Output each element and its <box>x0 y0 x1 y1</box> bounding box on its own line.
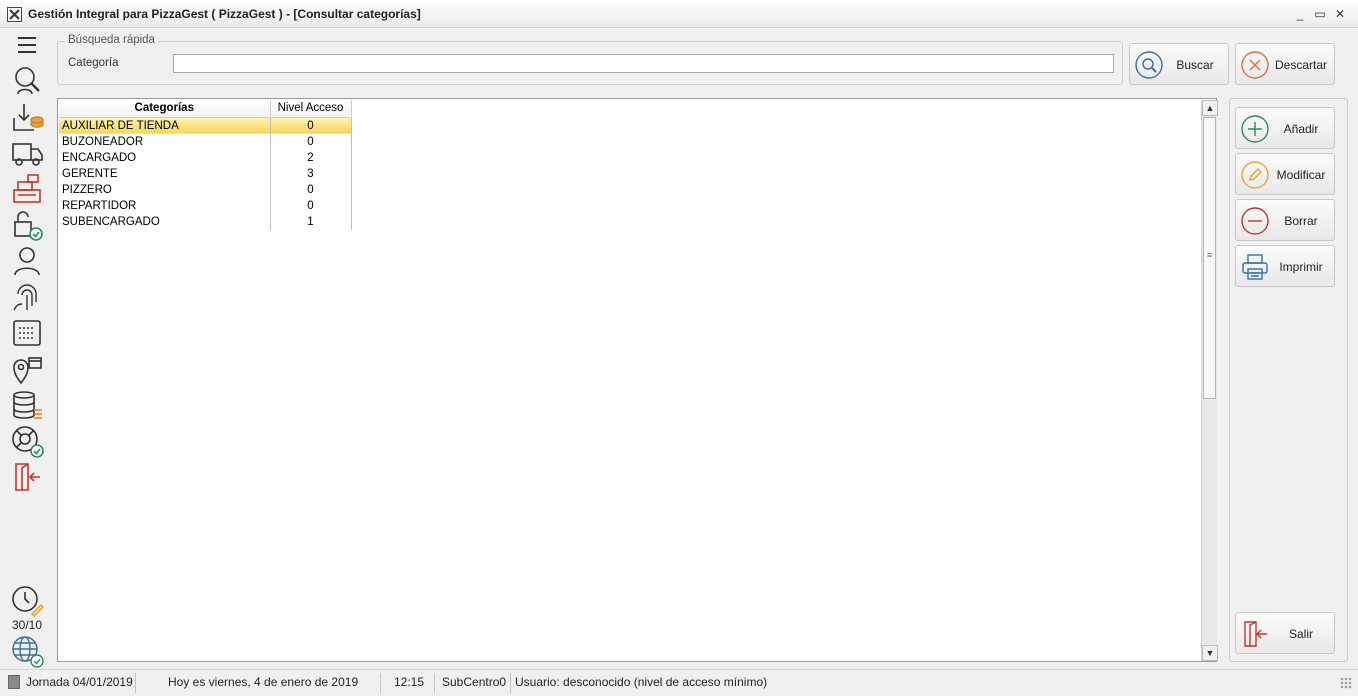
clock-edit-icon[interactable] <box>10 584 45 618</box>
exit-button[interactable]: Salir <box>1235 612 1335 654</box>
column-header-nivel-acceso[interactable]: Nivel Acceso <box>270 100 352 118</box>
lock-check-icon[interactable] <box>10 208 44 242</box>
minus-icon <box>1240 206 1270 236</box>
lifebuoy-check-icon[interactable] <box>10 424 44 458</box>
resize-grip-icon[interactable] <box>1340 677 1352 689</box>
cell-nivel: 0 <box>270 181 352 198</box>
printer-icon <box>1240 252 1270 282</box>
search-client-icon[interactable] <box>10 63 44 97</box>
table-row[interactable]: PIZZERO 0 <box>59 181 352 198</box>
table-row[interactable]: REPARTIDOR 0 <box>59 197 352 214</box>
window-title: Gestión Integral para PizzaGest ( PizzaG… <box>28 7 421 21</box>
status-usuario: Usuario: desconocido (nivel de acceso mí… <box>515 675 768 689</box>
print-label: Imprimir <box>1279 260 1323 274</box>
keyboard-icon[interactable] <box>10 316 44 350</box>
category-label: Categoría <box>68 57 119 69</box>
scroll-thumb[interactable]: ≡ <box>1203 117 1216 399</box>
status-fecha: Hoy es viernes, 4 de enero de 2019 <box>168 675 359 689</box>
buscar-button[interactable]: Buscar <box>1129 43 1229 85</box>
categories-table: Categorías Nivel Acceso AUXILIAR DE TIEN… <box>59 100 352 230</box>
status-subcentro: SubCentro0 <box>442 675 507 689</box>
minimize-button[interactable]: _ <box>1290 5 1310 23</box>
scroll-down-button[interactable]: ▼ <box>1202 645 1218 661</box>
print-button[interactable]: Imprimir <box>1235 245 1335 287</box>
status-indicator <box>8 675 20 689</box>
cell-nivel: 2 <box>270 149 352 166</box>
app-icon <box>7 7 22 22</box>
status-hora: 12:15 <box>394 675 425 689</box>
pencil-icon <box>1240 160 1270 190</box>
search-icon <box>1134 50 1164 80</box>
fingerprint-icon[interactable] <box>10 280 44 314</box>
category-search-input[interactable] <box>173 54 1114 73</box>
buscar-label: Buscar <box>1176 58 1214 72</box>
discard-icon <box>1240 50 1270 80</box>
delete-label: Borrar <box>1284 214 1318 228</box>
table-row[interactable]: GERENTE 3 <box>59 165 352 182</box>
page-counter: 30/10 <box>11 618 43 632</box>
menu-icon[interactable] <box>10 28 44 62</box>
cell-nivel: 0 <box>270 197 352 214</box>
categories-grid[interactable]: Categorías Nivel Acceso AUXILIAR DE TIEN… <box>57 98 1218 662</box>
exit-door-icon[interactable] <box>10 460 44 494</box>
modify-button[interactable]: Modificar <box>1235 153 1335 195</box>
location-store-icon[interactable] <box>10 352 44 386</box>
status-jornada: Jornada 04/01/2019 <box>26 675 133 689</box>
globe-check-icon[interactable] <box>10 634 44 668</box>
left-nav: 30/10 <box>0 28 54 668</box>
vertical-scrollbar[interactable]: ▲ ≡ ▼ <box>1201 100 1218 661</box>
database-list-icon[interactable] <box>10 388 44 422</box>
cell-nivel: 0 <box>270 117 352 134</box>
column-header-categorias[interactable]: Categorías <box>59 100 271 118</box>
table-row[interactable]: AUXILIAR DE TIENDA 0 <box>59 117 352 134</box>
descartar-label: Descartar <box>1274 58 1327 72</box>
title-bar: Gestión Integral para PizzaGest ( PizzaG… <box>0 0 1358 28</box>
exit-label: Salir <box>1288 627 1313 641</box>
table-header: Categorías Nivel Acceso <box>59 100 352 118</box>
cell-categoria: AUXILIAR DE TIENDA <box>59 117 271 134</box>
add-button[interactable]: Añadir <box>1235 107 1335 149</box>
table-row[interactable]: SUBENCARGADO 1 <box>59 213 352 230</box>
cell-categoria: SUBENCARGADO <box>59 213 271 230</box>
stock-download-icon[interactable] <box>10 100 44 134</box>
cell-categoria: PIZZERO <box>59 181 271 198</box>
cell-categoria: ENCARGADO <box>59 149 271 166</box>
table-row[interactable]: ENCARGADO 2 <box>59 149 352 166</box>
scroll-up-button[interactable]: ▲ <box>1202 100 1218 116</box>
cash-register-icon[interactable] <box>10 172 44 206</box>
cell-nivel: 3 <box>270 165 352 182</box>
exit-door-icon <box>1240 619 1270 649</box>
close-button[interactable]: ✕ <box>1330 5 1350 23</box>
cell-categoria: BUZONEADOR <box>59 133 271 150</box>
restore-button[interactable]: ▭ <box>1310 5 1330 23</box>
modify-label: Modificar <box>1276 168 1326 182</box>
scroll-grip-icon: ≡ <box>1207 250 1213 260</box>
delete-button[interactable]: Borrar <box>1235 199 1335 241</box>
cell-nivel: 0 <box>270 133 352 150</box>
add-label: Añadir <box>1283 122 1319 136</box>
quick-search-legend: Búsqueda rápida <box>65 34 158 46</box>
status-bar: Jornada 04/01/2019 Hoy es viernes, 4 de … <box>0 669 1358 696</box>
table-row[interactable]: BUZONEADOR 0 <box>59 133 352 150</box>
plus-icon <box>1240 114 1270 144</box>
delivery-truck-icon[interactable] <box>10 136 44 170</box>
cell-nivel: 1 <box>270 213 352 230</box>
cell-categoria: GERENTE <box>59 165 271 182</box>
user-icon[interactable] <box>10 244 44 278</box>
cell-categoria: REPARTIDOR <box>59 197 271 214</box>
descartar-button[interactable]: Descartar <box>1235 43 1335 85</box>
